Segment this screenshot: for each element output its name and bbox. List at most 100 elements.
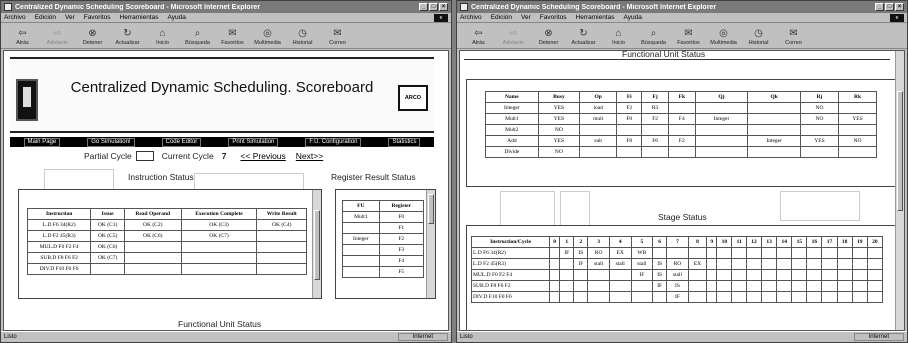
- table-cell: R3: [641, 102, 669, 114]
- cycle-header: 12: [745, 236, 763, 248]
- home-button[interactable]: ⌂ Inicio: [601, 27, 636, 46]
- table-cell: [747, 113, 801, 125]
- cycle-header: 7: [666, 236, 689, 248]
- menu-item-5[interactable]: Ayuda: [168, 14, 186, 21]
- register-scrollbar[interactable]: [426, 190, 435, 298]
- back-button[interactable]: ⇦ Atrás: [461, 27, 496, 46]
- back-button[interactable]: ⇦ Atrás: [5, 27, 40, 46]
- stage-cell: [851, 280, 868, 292]
- menu-item-2[interactable]: Ver: [65, 14, 75, 21]
- stage-cell: [559, 269, 575, 281]
- media-button[interactable]: ◎ Multimedia: [706, 27, 741, 46]
- stage-cell: [791, 291, 808, 303]
- stage-cell: IF: [559, 247, 575, 259]
- table-row: Integer F2: [342, 233, 425, 245]
- close-button[interactable]: ×: [895, 3, 904, 11]
- column-header: FU: [342, 200, 380, 212]
- minimize-button[interactable]: _: [419, 3, 428, 11]
- stop-icon: ⊗: [544, 28, 553, 39]
- refresh-button[interactable]: ↻ Actualizar: [566, 27, 601, 46]
- menu-item-3[interactable]: Favoritos: [540, 14, 567, 21]
- stage-cell: [559, 280, 575, 292]
- scroll-thumb[interactable]: [897, 91, 903, 211]
- table-cell: [747, 124, 801, 136]
- forward-button[interactable]: ⇨ Adelante: [40, 27, 75, 46]
- nav-item-0[interactable]: Main Page: [23, 137, 61, 147]
- stop-button[interactable]: ⊗ Detener: [531, 27, 566, 46]
- menu-item-4[interactable]: Herramientas: [576, 14, 615, 21]
- table-cell: YES: [837, 113, 878, 125]
- menu-item-1[interactable]: Edición: [491, 14, 512, 21]
- table-cell: [837, 102, 878, 114]
- forward-button[interactable]: ⇨ Adelante: [496, 27, 531, 46]
- table-cell: [800, 124, 839, 136]
- stage-cell: WB: [630, 247, 654, 259]
- nav-item-4[interactable]: F.U. Configuration: [305, 137, 362, 147]
- maximize-button[interactable]: □: [885, 3, 894, 11]
- menu-item-1[interactable]: Edición: [35, 14, 56, 21]
- mail-button[interactable]: ✉ Correo: [320, 27, 355, 46]
- menu-item-0[interactable]: Archivo: [4, 14, 26, 21]
- scroll-thumb[interactable]: [314, 210, 320, 280]
- table-cell: [616, 124, 643, 136]
- menu-item-2[interactable]: Ver: [521, 14, 531, 21]
- favorites-button[interactable]: ✉ Favoritos: [671, 27, 706, 46]
- stage-cell: IS: [652, 258, 668, 270]
- close-button[interactable]: ×: [439, 3, 448, 11]
- toolbar-label: Actualizar: [571, 40, 596, 46]
- mail-button[interactable]: ✉ Correo: [776, 27, 811, 46]
- stage-cell: [836, 247, 853, 259]
- table-cell: F2: [616, 102, 643, 114]
- next-link[interactable]: Next>>: [296, 151, 323, 161]
- table-cell: OK (C5): [90, 230, 125, 242]
- search-button[interactable]: ⌕ Búsqueda: [636, 27, 671, 46]
- home-button[interactable]: ⌂ Inicio: [145, 27, 180, 46]
- table-cell: [180, 252, 258, 264]
- menu-item-4[interactable]: Herramientas: [120, 14, 159, 21]
- nav-item-5[interactable]: Statistics: [388, 137, 421, 147]
- search-button[interactable]: ⌕ Búsqueda: [180, 27, 215, 46]
- stage-cell: [821, 291, 838, 303]
- stage-cell: [731, 280, 747, 292]
- media-icon: ◎: [719, 28, 728, 39]
- page-header: Centralized Dynamic Scheduling. Scoreboa…: [10, 57, 434, 133]
- stop-button[interactable]: ⊗ Detener: [75, 27, 110, 46]
- instruction-scrollbar[interactable]: [312, 190, 321, 298]
- stage-cell: [776, 280, 793, 292]
- history-button[interactable]: ◷ Historial: [741, 27, 776, 46]
- column-header: Read Operand: [123, 208, 182, 220]
- minimize-button[interactable]: _: [875, 3, 884, 11]
- browser-window-left: Centralized Dynamic Scheduling Scoreboar…: [0, 0, 452, 343]
- media-button[interactable]: ◎ Multimedia: [250, 27, 285, 46]
- maximize-button[interactable]: □: [429, 3, 438, 11]
- table-cell: NO: [537, 124, 581, 136]
- stage-cell: [549, 258, 561, 270]
- scroll-thumb[interactable]: [428, 194, 434, 224]
- nav-item-2[interactable]: Code Editor: [161, 137, 202, 147]
- previous-link[interactable]: << Previous: [240, 151, 285, 161]
- table-row: Mult1 YES mult F0 F2 F4 Integer NO YES: [485, 113, 878, 125]
- status-text: Listo: [460, 334, 473, 340]
- table-cell: [342, 222, 380, 234]
- toolbar-label: Detener: [82, 40, 103, 46]
- page-scrollbar[interactable]: [895, 51, 904, 330]
- history-button[interactable]: ◷ Historial: [285, 27, 320, 46]
- table-cell: [90, 263, 125, 275]
- table-cell: [694, 146, 749, 158]
- stage-cell: [706, 247, 718, 259]
- refresh-button[interactable]: ↻ Actualizar: [110, 27, 145, 46]
- favorites-button[interactable]: ✉ Favoritos: [215, 27, 250, 46]
- cycle-header: 18: [836, 236, 853, 248]
- nav-item-3[interactable]: Print Simulation: [228, 137, 279, 147]
- partial-cycle-input[interactable]: [135, 151, 154, 161]
- menu-item-3[interactable]: Favoritos: [84, 14, 111, 21]
- column-header: Fk: [667, 91, 696, 103]
- stage-cell: [821, 247, 838, 259]
- menu-item-5[interactable]: Ayuda: [624, 14, 642, 21]
- nav-item-1[interactable]: Go Simulation!: [87, 137, 135, 147]
- menu-item-0[interactable]: Archivo: [460, 14, 482, 21]
- stage-cell: [716, 269, 733, 281]
- stage-cell: IF: [652, 280, 668, 292]
- table-row: F1: [342, 222, 425, 234]
- column-header: Register: [378, 200, 425, 212]
